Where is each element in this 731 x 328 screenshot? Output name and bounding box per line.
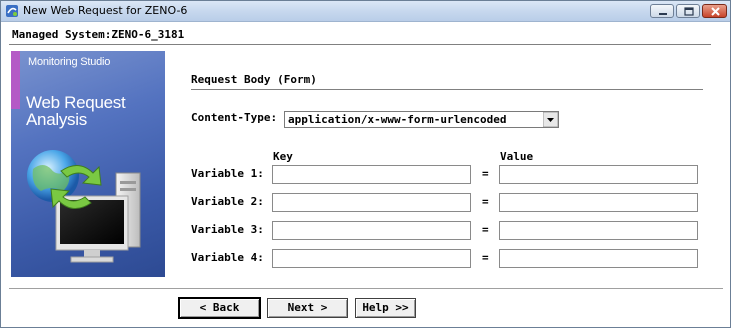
back-button[interactable]: < Back: [179, 298, 260, 318]
dialog-window: New Web Request for ZENO-6 Managed Syste…: [0, 0, 731, 328]
header-divider: [9, 44, 711, 45]
minimize-button[interactable]: [650, 4, 674, 18]
banner-title-line-1: Web Request: [26, 93, 126, 112]
wizard-banner: Monitoring Studio Web Request Analysis: [11, 51, 165, 277]
variable-3-key-input[interactable]: [272, 221, 471, 240]
close-window-button[interactable]: [702, 4, 727, 18]
banner-title: Web Request Analysis: [26, 93, 126, 129]
variable-3-equals: =: [482, 223, 489, 236]
minimize-icon: [659, 13, 667, 15]
network-computer-illustration: [27, 150, 141, 263]
variable-1-key-input[interactable]: [272, 165, 471, 184]
chevron-down-icon[interactable]: [543, 112, 558, 127]
variable-2-value-input[interactable]: [499, 193, 698, 212]
content-type-value: application/x-www-form-urlencoded: [288, 113, 507, 126]
variable-2-label: Variable 2:: [191, 195, 264, 208]
variable-1-value-input[interactable]: [499, 165, 698, 184]
help-button[interactable]: Help >>: [355, 298, 416, 318]
variable-4-equals: =: [482, 251, 489, 264]
banner-brand: Monitoring Studio: [28, 56, 111, 68]
banner-title-line-2: Analysis: [26, 110, 87, 129]
banner-accent-stripe: [11, 51, 20, 109]
section-title: Request Body (Form): [191, 73, 317, 86]
maximize-button[interactable]: [676, 4, 700, 18]
section-divider: [191, 89, 703, 90]
variable-4-key-input[interactable]: [272, 249, 471, 268]
variable-2-equals: =: [482, 195, 489, 208]
variable-3-label: Variable 3:: [191, 223, 264, 236]
next-button[interactable]: Next >: [267, 298, 348, 318]
variable-3-value-input[interactable]: [499, 221, 698, 240]
variable-1-label: Variable 1:: [191, 167, 264, 180]
managed-system-label: Managed System:ZENO-6_3181: [12, 28, 185, 41]
app-icon: [6, 5, 18, 17]
variable-4-label: Variable 4:: [191, 251, 264, 264]
title-bar[interactable]: New Web Request for ZENO-6: [1, 1, 730, 22]
footer-divider: [9, 288, 723, 289]
content-type-label: Content-Type:: [191, 111, 278, 124]
variable-2-key-input[interactable]: [272, 193, 471, 212]
key-column-header: Key: [273, 150, 293, 163]
variable-1-equals: =: [482, 167, 489, 180]
content-type-select[interactable]: application/x-www-form-urlencoded: [284, 111, 559, 128]
variable-4-value-input[interactable]: [499, 249, 698, 268]
window-title: New Web Request for ZENO-6: [23, 4, 188, 17]
close-icon: [711, 7, 720, 16]
value-column-header: Value: [500, 150, 534, 163]
maximize-icon: [684, 7, 694, 16]
